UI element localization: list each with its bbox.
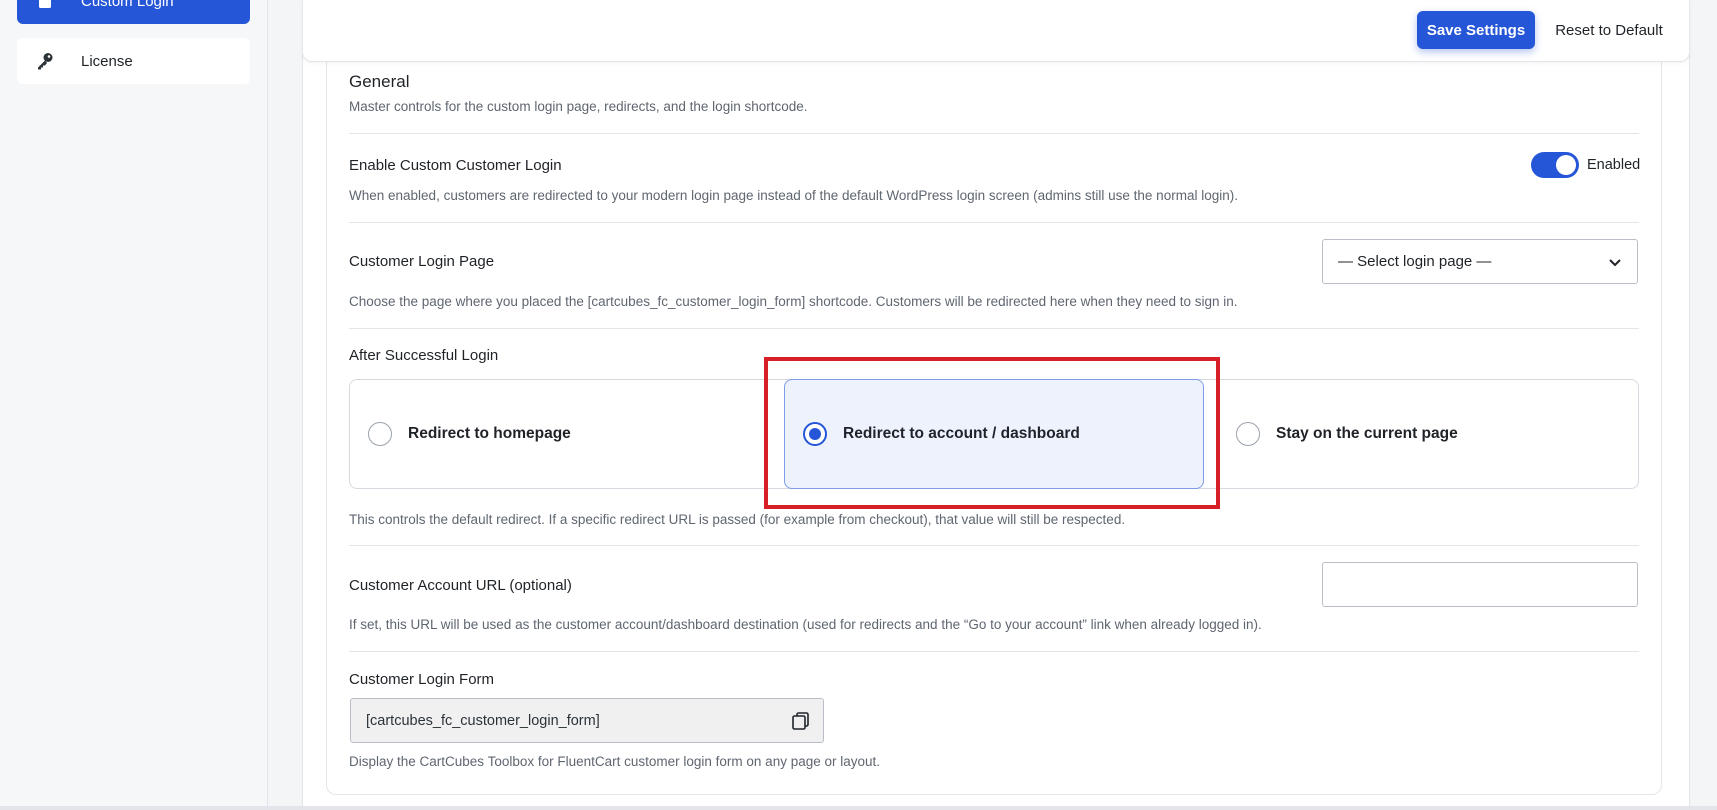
login-form-description: Display the CartCubes Toolbox for Fluent… (349, 754, 881, 769)
sidebar: Custom Login License (0, 0, 268, 810)
sidebar-item-label: License (81, 52, 133, 70)
enable-login-label: Enable Custom Customer Login (349, 157, 562, 174)
divider (349, 651, 1639, 652)
shortcode-field[interactable]: [cartcubes_fc_customer_login_form] (350, 698, 824, 743)
account-url-description: If set, this URL will be used as the cus… (349, 617, 1262, 632)
divider (349, 222, 1639, 223)
enable-login-description: When enabled, customers are redirected t… (349, 188, 1238, 203)
radio-circle (1236, 422, 1260, 446)
page-bottom-edge (0, 806, 1717, 810)
radio-stay-current-page[interactable]: Stay on the current page (1236, 379, 1636, 489)
login-page-description: Choose the page where you placed the [ca… (349, 294, 1238, 309)
radio-label: Stay on the current page (1276, 425, 1458, 442)
lock-icon (35, 0, 55, 11)
account-url-input[interactable] (1322, 562, 1638, 607)
divider (349, 133, 1639, 134)
radio-circle (368, 422, 392, 446)
reset-to-default-button[interactable]: Reset to Default (1546, 11, 1672, 49)
toggle-state-label: Enabled (1587, 157, 1641, 173)
account-url-label: Customer Account URL (optional) (349, 577, 572, 594)
radio-label: Redirect to account / dashboard (843, 425, 1080, 442)
after-login-label: After Successful Login (349, 347, 499, 364)
toggle-knob (1556, 155, 1576, 175)
after-login-description: This controls the default redirect. If a… (349, 512, 1126, 527)
sidebar-item-license[interactable]: License (17, 38, 250, 84)
key-icon (35, 51, 55, 71)
section-title: General (349, 72, 410, 91)
divider (349, 328, 1639, 329)
login-form-label: Customer Login Form (349, 671, 495, 688)
divider (349, 545, 1639, 546)
radio-redirect-homepage[interactable]: Redirect to homepage (368, 379, 768, 489)
sidebar-item-label: Custom Login (81, 0, 174, 10)
login-page-select[interactable]: — Select login page — (1322, 239, 1638, 284)
radio-label: Redirect to homepage (408, 425, 571, 442)
shortcode-text: [cartcubes_fc_customer_login_form] (366, 712, 600, 729)
radio-redirect-dashboard[interactable]: Redirect to account / dashboard (784, 379, 1204, 489)
login-page-selected-value: — Select login page — (1338, 253, 1492, 270)
login-page-label: Customer Login Page (349, 253, 495, 270)
enable-login-toggle[interactable] (1531, 152, 1579, 178)
sidebar-item-custom-login[interactable]: Custom Login (17, 0, 250, 24)
radio-circle (803, 422, 827, 446)
save-settings-button[interactable]: Save Settings (1417, 11, 1535, 49)
copy-icon[interactable] (791, 711, 811, 735)
chevron-down-icon (1607, 254, 1623, 274)
section-description: Master controls for the custom login pag… (349, 99, 808, 114)
